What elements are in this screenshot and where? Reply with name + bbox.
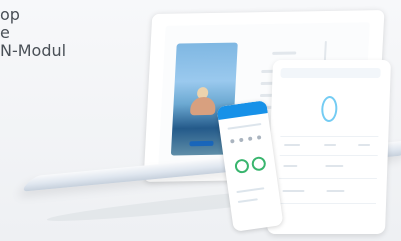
hero-stage: op e N-Modul bbox=[0, 0, 401, 241]
photo-caption-bar bbox=[189, 140, 214, 147]
tablet-header-bar bbox=[280, 68, 381, 78]
person-image bbox=[189, 96, 216, 116]
tablet-text-line bbox=[283, 165, 298, 167]
tablet-text-line bbox=[324, 144, 337, 146]
tablet-text-line bbox=[282, 190, 305, 192]
gauge-ring-icon bbox=[234, 158, 250, 175]
laptop-text-line bbox=[272, 51, 297, 55]
phone-text-line bbox=[237, 198, 258, 204]
tablet-divider bbox=[278, 203, 377, 204]
tablet-divider bbox=[280, 136, 379, 137]
status-dot bbox=[247, 136, 253, 141]
tablet-text-line bbox=[325, 165, 344, 167]
phone-text-line bbox=[236, 187, 265, 194]
status-dot bbox=[239, 137, 244, 143]
tablet-text-line bbox=[358, 144, 371, 146]
status-dot bbox=[230, 138, 235, 144]
gauge-ring-icon bbox=[250, 155, 267, 172]
tablet-divider bbox=[279, 155, 378, 156]
tablet-text-line bbox=[326, 190, 345, 192]
tablet-divider bbox=[278, 178, 377, 179]
phone-text-line bbox=[227, 123, 262, 130]
tablet-text-line bbox=[284, 144, 301, 146]
status-dot bbox=[256, 135, 262, 140]
gauge-ring-icon bbox=[320, 96, 338, 122]
tablet-mockup bbox=[266, 60, 392, 234]
